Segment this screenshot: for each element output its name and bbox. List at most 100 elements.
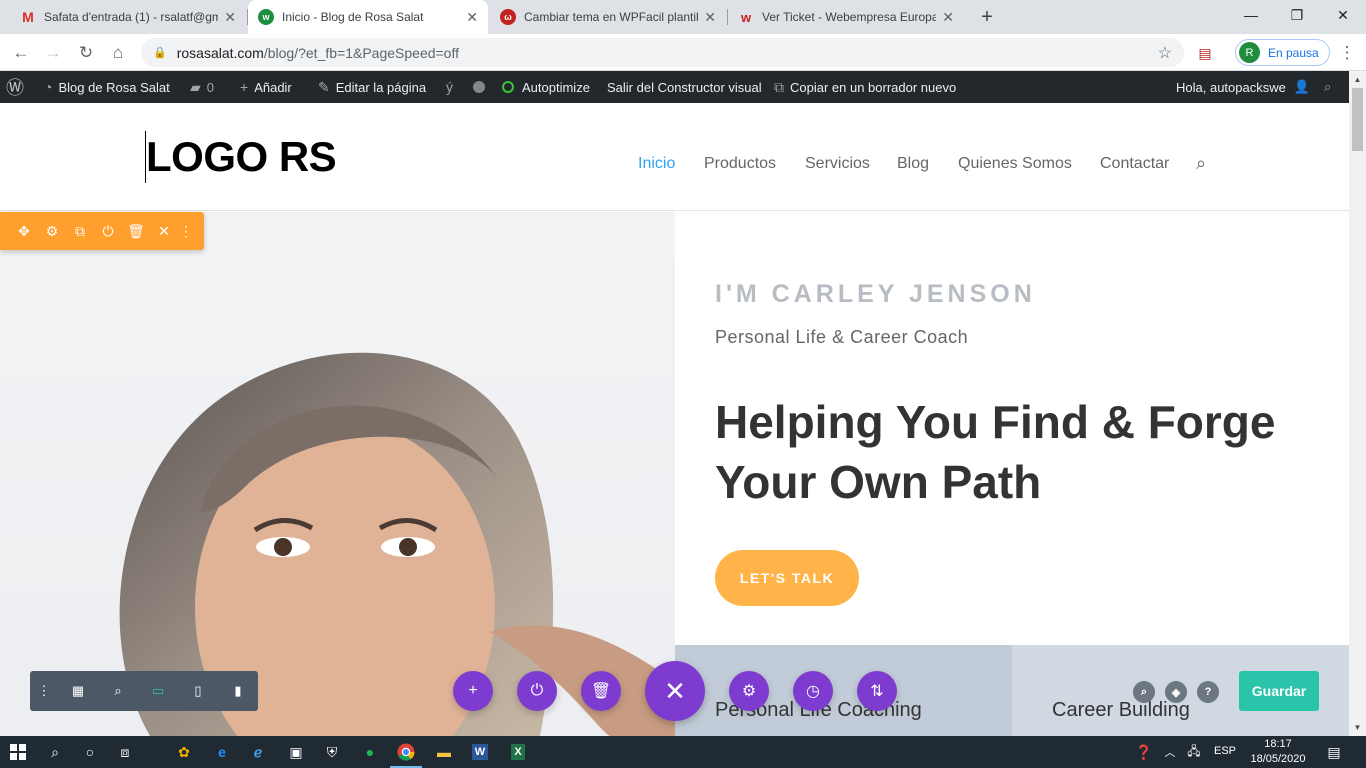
phone-view-icon[interactable]: ▮ <box>228 681 248 701</box>
photos-app-icon[interactable]: ✿ <box>172 740 196 764</box>
status-dot-icon <box>473 71 485 103</box>
hero-subtitle[interactable]: Personal Life & Career Coach <box>715 327 968 348</box>
tab-gmail[interactable]: M Safata d'entrada (1) - rsalatf@gm ✕ <box>10 0 246 34</box>
menu-item-blog[interactable]: Blog <box>897 155 929 173</box>
scroll-down-icon[interactable]: ▼ <box>1349 719 1366 736</box>
add-module-button[interactable]: + <box>453 671 493 711</box>
help-icon[interactable]: ? <box>1197 681 1219 703</box>
excel-icon[interactable]: X <box>506 740 530 764</box>
page-scrollbar[interactable]: ▲ ▼ <box>1349 71 1366 736</box>
desktop-view-icon[interactable]: ▭ <box>148 681 168 701</box>
more-options-icon[interactable]: ⋮ <box>176 221 196 241</box>
language-indicator[interactable]: ESP <box>1214 745 1236 757</box>
site-logo[interactable]: LOGO RS <box>146 133 337 181</box>
admin-add-new[interactable]: + Añadir <box>240 71 292 103</box>
close-icon[interactable]: ✕ <box>224 9 236 26</box>
save-to-library-icon[interactable]: ⏻ <box>98 221 118 241</box>
close-icon[interactable]: ✕ <box>704 9 716 26</box>
edge-icon[interactable]: e <box>210 740 234 764</box>
clear-layout-button[interactable]: 🗑 <box>581 671 621 711</box>
restore-icon[interactable]: ❐ <box>1274 0 1320 30</box>
portability-button[interactable]: ⇅ <box>857 671 897 711</box>
layers-icon[interactable]: ◈ <box>1165 681 1187 703</box>
tablet-view-icon[interactable]: ▯ <box>188 681 208 701</box>
network-icon[interactable]: 🖧 <box>1182 740 1206 764</box>
builder-view-bar: ⋮ ▦ ⌕ ▭ ▯ ▮ <box>30 671 258 711</box>
more-options-icon[interactable]: ⋮ <box>34 681 54 701</box>
admin-copy-draft[interactable]: ⧉ Copiar en un borrador nuevo <box>774 71 956 103</box>
copy-draft-label: Copiar en un borrador nuevo <box>790 79 957 95</box>
admin-edit-page[interactable]: ✎ Editar la página <box>318 71 426 103</box>
wireframe-icon[interactable]: ▦ <box>68 681 88 701</box>
gear-icon[interactable]: ⚙ <box>42 221 62 241</box>
duplicate-icon[interactable]: ⧉ <box>70 221 90 241</box>
chevron-up-icon[interactable]: ︿ <box>1158 740 1182 764</box>
close-page-settings-button[interactable]: ✕ <box>645 661 705 721</box>
chrome-icon[interactable] <box>390 740 422 768</box>
hero-eyebrow[interactable]: I'M CARLEY JENSON <box>715 280 1036 309</box>
menu-item-contactar[interactable]: Contactar <box>1100 155 1169 173</box>
wordpress-logo-icon[interactable]: Ⓦ <box>6 71 30 103</box>
new-tab-button[interactable]: + <box>972 0 1002 34</box>
tab-wpfacil[interactable]: ω Cambiar tema en WPFacil plantill ✕ <box>490 0 726 34</box>
notifications-icon[interactable]: ▤ <box>1322 740 1346 764</box>
bookmark-star-icon[interactable]: ☆ <box>1158 43 1172 63</box>
menu-item-quienes-somos[interactable]: Quienes Somos <box>958 155 1072 173</box>
pdf-extension-icon[interactable]: ▤ <box>1192 40 1218 66</box>
hero-headline[interactable]: Helping You Find & Forge Your Own Path <box>715 392 1325 512</box>
tab-title: Inicio - Blog de Rosa Salat <box>282 10 424 24</box>
close-icon[interactable]: ✕ <box>942 9 954 26</box>
service-label: Career Building <box>1052 699 1190 721</box>
search-modules-icon[interactable]: ⌕ <box>1133 681 1155 703</box>
file-explorer-icon[interactable]: ▬ <box>432 740 456 764</box>
windows-start-icon[interactable] <box>6 740 30 764</box>
admin-site-name[interactable]: ◔ Blog de Rosa Salat <box>44 71 170 103</box>
admin-comments[interactable]: ▰ 0 <box>190 71 214 103</box>
profile-button[interactable]: R En pausa <box>1235 39 1330 66</box>
task-view-icon[interactable]: ⧈ <box>113 740 137 764</box>
reload-icon[interactable]: ↻ <box>73 40 99 66</box>
internet-explorer-icon[interactable]: ℯ <box>246 740 270 764</box>
tab-ver-ticket[interactable]: w Ver Ticket - Webempresa Europa ✕ <box>728 0 964 34</box>
history-button[interactable]: ◷ <box>793 671 833 711</box>
help-tray-icon[interactable]: ❓ <box>1132 740 1156 764</box>
control-panel-icon[interactable]: ▣ <box>284 740 308 764</box>
move-icon[interactable]: ✥ <box>14 221 34 241</box>
cortana-icon[interactable]: ○ <box>78 740 102 764</box>
service-personal-life-coaching[interactable]: Personal Life Coaching <box>675 645 1012 736</box>
page-settings-button[interactable]: ⚙ <box>729 671 769 711</box>
clock[interactable]: 18:17 18/05/2020 <box>1250 737 1306 767</box>
scroll-thumb[interactable] <box>1352 88 1363 151</box>
home-icon[interactable]: ⌂ <box>105 40 131 66</box>
admin-account[interactable]: Hola, autopackswe 👤 <box>1176 71 1310 103</box>
scroll-up-icon[interactable]: ▲ <box>1349 71 1366 88</box>
address-bar[interactable]: 🔒 rosasalat.com/blog/?et_fb=1&PageSpeed=… <box>141 38 1184 67</box>
url-path: /blog/?et_fb=1&PageSpeed=off <box>263 44 459 61</box>
forward-arrow-icon[interactable]: → <box>40 40 66 66</box>
back-arrow-icon[interactable]: ← <box>8 40 34 66</box>
minimize-icon[interactable]: — <box>1228 0 1274 30</box>
zoom-icon[interactable]: ⌕ <box>108 681 128 701</box>
yoast-icon[interactable]: ý <box>446 71 459 103</box>
tab-blog-rosa-salat[interactable]: w Inicio - Blog de Rosa Salat ✕ <box>248 0 488 34</box>
trash-icon[interactable]: 🗑 <box>126 221 146 241</box>
spotify-icon[interactable]: ● <box>358 740 382 764</box>
url-text[interactable]: rosasalat.com/blog/?et_fb=1&PageSpeed=of… <box>177 45 1158 61</box>
lets-talk-button[interactable]: LET'S TALK <box>715 550 859 606</box>
search-icon[interactable]: ⌕ <box>43 740 67 764</box>
save-button[interactable]: Guardar <box>1239 671 1319 711</box>
security-shield-icon[interactable]: ⛨ <box>320 740 344 764</box>
word-icon[interactable]: W <box>468 740 492 764</box>
close-icon[interactable]: ✕ <box>466 9 478 26</box>
admin-exit-builder[interactable]: Salir del Constructor visual <box>607 71 762 103</box>
admin-search-icon[interactable]: ⌕ <box>1324 71 1331 103</box>
close-icon[interactable]: ✕ <box>154 221 174 241</box>
admin-autoptimize[interactable]: Autoptimize <box>502 71 590 103</box>
menu-item-servicios[interactable]: Servicios <box>805 155 870 173</box>
search-icon[interactable]: ⌕ <box>1196 153 1206 174</box>
menu-item-productos[interactable]: Productos <box>704 155 776 173</box>
menu-item-inicio[interactable]: Inicio <box>638 155 675 173</box>
browser-menu-icon[interactable]: ⋮ <box>1334 40 1360 66</box>
load-layout-button[interactable]: ⏻ <box>517 671 557 711</box>
window-close-icon[interactable]: ✕ <box>1320 0 1366 30</box>
